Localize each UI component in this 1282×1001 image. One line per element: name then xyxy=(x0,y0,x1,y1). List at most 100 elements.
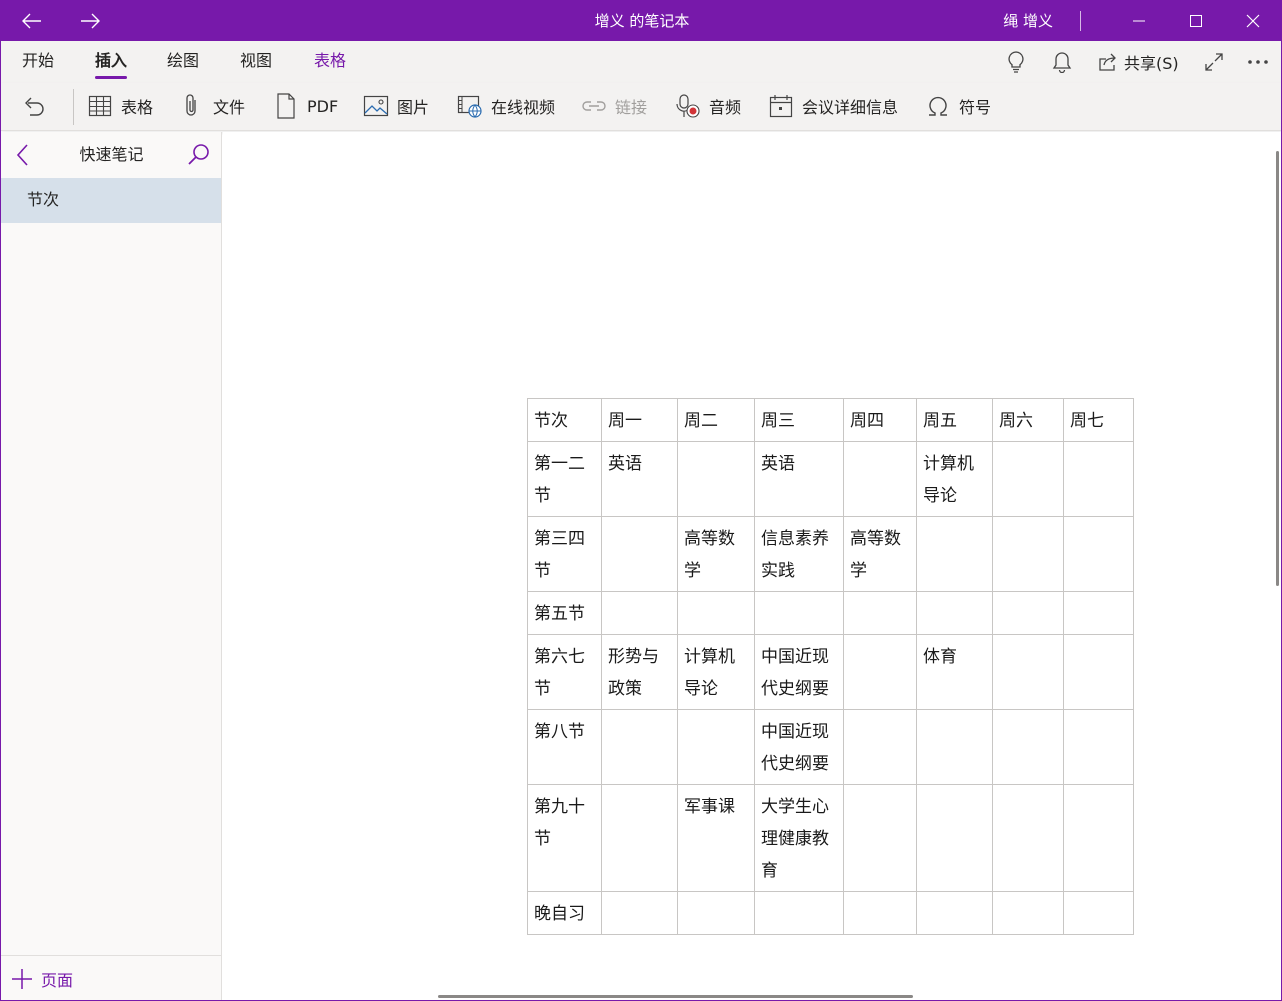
table-cell[interactable] xyxy=(1063,709,1134,785)
timetable[interactable]: 节次 周一 周二 周三 周四 周五 周六 周七 第一二节 英语 英语 计算机导论 第三四节 高等数学 信息素… xyxy=(527,398,1134,935)
table-cell[interactable] xyxy=(754,591,844,635)
close-button[interactable] xyxy=(1233,1,1273,41)
table-cell[interactable] xyxy=(601,591,678,635)
horizontal-scrollbar[interactable] xyxy=(438,995,913,998)
insert-symbol-button[interactable]: 符号 xyxy=(925,83,991,129)
table-cell[interactable] xyxy=(1063,516,1134,592)
table-cell[interactable] xyxy=(992,591,1064,635)
table-cell[interactable]: 中国近现代史纲要 xyxy=(754,634,844,710)
table-cell[interactable]: 晚自习 xyxy=(527,891,602,935)
table-cell[interactable] xyxy=(601,709,678,785)
table-cell[interactable] xyxy=(1063,591,1134,635)
table-cell[interactable]: 计算机导论 xyxy=(916,441,993,517)
table-cell[interactable]: 周四 xyxy=(843,398,917,442)
table-cell[interactable] xyxy=(916,709,993,785)
minimize-button[interactable] xyxy=(1119,1,1159,41)
table-cell[interactable]: 体育 xyxy=(916,634,993,710)
insert-file-button[interactable]: 文件 xyxy=(179,83,245,129)
table-cell[interactable]: 第八节 xyxy=(527,709,602,785)
table-cell[interactable]: 计算机导论 xyxy=(677,634,755,710)
vertical-scrollbar[interactable] xyxy=(1276,151,1279,586)
forward-arrow-icon[interactable] xyxy=(73,1,107,41)
fullscreen-expand-icon[interactable] xyxy=(1204,41,1228,83)
table-cell[interactable] xyxy=(601,891,678,935)
maximize-icon xyxy=(1190,15,1202,27)
table-cell[interactable] xyxy=(916,516,993,592)
table-cell[interactable] xyxy=(843,441,917,517)
tab-insert[interactable]: 插入 xyxy=(95,41,128,83)
insert-pdf-button[interactable]: PDF xyxy=(273,83,338,129)
table-cell[interactable] xyxy=(992,516,1064,592)
insert-online-video-button[interactable]: 在线视频 xyxy=(457,83,555,129)
table-cell[interactable]: 高等数学 xyxy=(843,516,917,592)
undo-button[interactable] xyxy=(21,83,55,129)
tab-view[interactable]: 视图 xyxy=(240,41,272,83)
table-cell[interactable]: 周三 xyxy=(754,398,844,442)
table-cell[interactable]: 军事课 xyxy=(677,784,755,892)
table-cell[interactable] xyxy=(1063,441,1134,517)
search-icon[interactable] xyxy=(187,142,211,170)
table-cell[interactable] xyxy=(916,784,993,892)
table-cell[interactable] xyxy=(916,591,993,635)
table-cell[interactable] xyxy=(916,891,993,935)
table-cell[interactable]: 第九十节 xyxy=(527,784,602,892)
table-cell[interactable] xyxy=(843,709,917,785)
table-cell[interactable] xyxy=(843,784,917,892)
table-cell[interactable]: 第五节 xyxy=(527,591,602,635)
table-cell[interactable] xyxy=(1063,634,1134,710)
table-cell[interactable]: 第六七节 xyxy=(527,634,602,710)
table-cell[interactable] xyxy=(992,891,1064,935)
insert-picture-button[interactable]: 图片 xyxy=(363,83,429,129)
tab-table[interactable]: 表格 xyxy=(314,41,346,83)
table-cell[interactable] xyxy=(677,709,755,785)
account-name[interactable]: 绳 增义 xyxy=(1003,1,1053,41)
table-cell[interactable]: 中国近现代史纲要 xyxy=(754,709,844,785)
table-cell[interactable]: 高等数学 xyxy=(677,516,755,592)
calendar-icon xyxy=(768,93,794,119)
table-cell[interactable] xyxy=(992,634,1064,710)
table-cell[interactable]: 节次 xyxy=(527,398,602,442)
meeting-details-button[interactable]: 会议详细信息 xyxy=(768,83,898,129)
table-cell[interactable]: 周五 xyxy=(916,398,993,442)
table-cell[interactable] xyxy=(754,891,844,935)
table-cell[interactable]: 形势与政策 xyxy=(601,634,678,710)
sidebar-item-section[interactable]: 节次 xyxy=(1,178,221,223)
table-cell[interactable] xyxy=(843,891,917,935)
table-cell[interactable]: 周二 xyxy=(677,398,755,442)
table-cell[interactable] xyxy=(677,441,755,517)
maximize-button[interactable] xyxy=(1176,1,1216,41)
table-cell[interactable] xyxy=(601,784,678,892)
record-audio-button[interactable]: 音频 xyxy=(675,83,741,129)
notification-bell-icon[interactable] xyxy=(1052,41,1076,83)
link-icon xyxy=(581,93,607,119)
tab-draw[interactable]: 绘图 xyxy=(167,41,199,83)
table-cell[interactable]: 英语 xyxy=(601,441,678,517)
table-cell[interactable]: 周七 xyxy=(1063,398,1134,442)
back-arrow-icon[interactable] xyxy=(15,1,49,41)
table-cell[interactable]: 周一 xyxy=(601,398,678,442)
tell-me-lightbulb-icon[interactable] xyxy=(1007,41,1031,83)
table-cell[interactable]: 大学生心理健康教育 xyxy=(754,784,844,892)
more-options-icon[interactable] xyxy=(1247,41,1271,83)
insert-table-button[interactable]: 表格 xyxy=(87,83,153,129)
table-cell[interactable] xyxy=(843,591,917,635)
table-cell[interactable] xyxy=(992,709,1064,785)
share-button[interactable]: 共享(S) xyxy=(1098,41,1179,83)
table-cell[interactable] xyxy=(601,516,678,592)
tab-home[interactable]: 开始 xyxy=(22,41,54,83)
table-cell[interactable]: 第三四节 xyxy=(527,516,602,592)
table-cell[interactable] xyxy=(1063,784,1134,892)
table-cell[interactable] xyxy=(677,591,755,635)
table-cell[interactable] xyxy=(992,441,1064,517)
table-cell[interactable]: 第一二节 xyxy=(527,441,602,517)
share-label: 共享(S) xyxy=(1124,54,1179,73)
table-cell[interactable] xyxy=(992,784,1064,892)
table-cell[interactable]: 英语 xyxy=(754,441,844,517)
table-cell[interactable] xyxy=(843,634,917,710)
add-page-button[interactable]: 页面 xyxy=(11,956,73,1000)
table-cell[interactable]: 信息素养实践 xyxy=(754,516,844,592)
table-cell[interactable]: 周六 xyxy=(992,398,1064,442)
insert-link-button[interactable]: 链接 xyxy=(581,83,647,129)
table-cell[interactable] xyxy=(1063,891,1134,935)
table-cell[interactable] xyxy=(677,891,755,935)
